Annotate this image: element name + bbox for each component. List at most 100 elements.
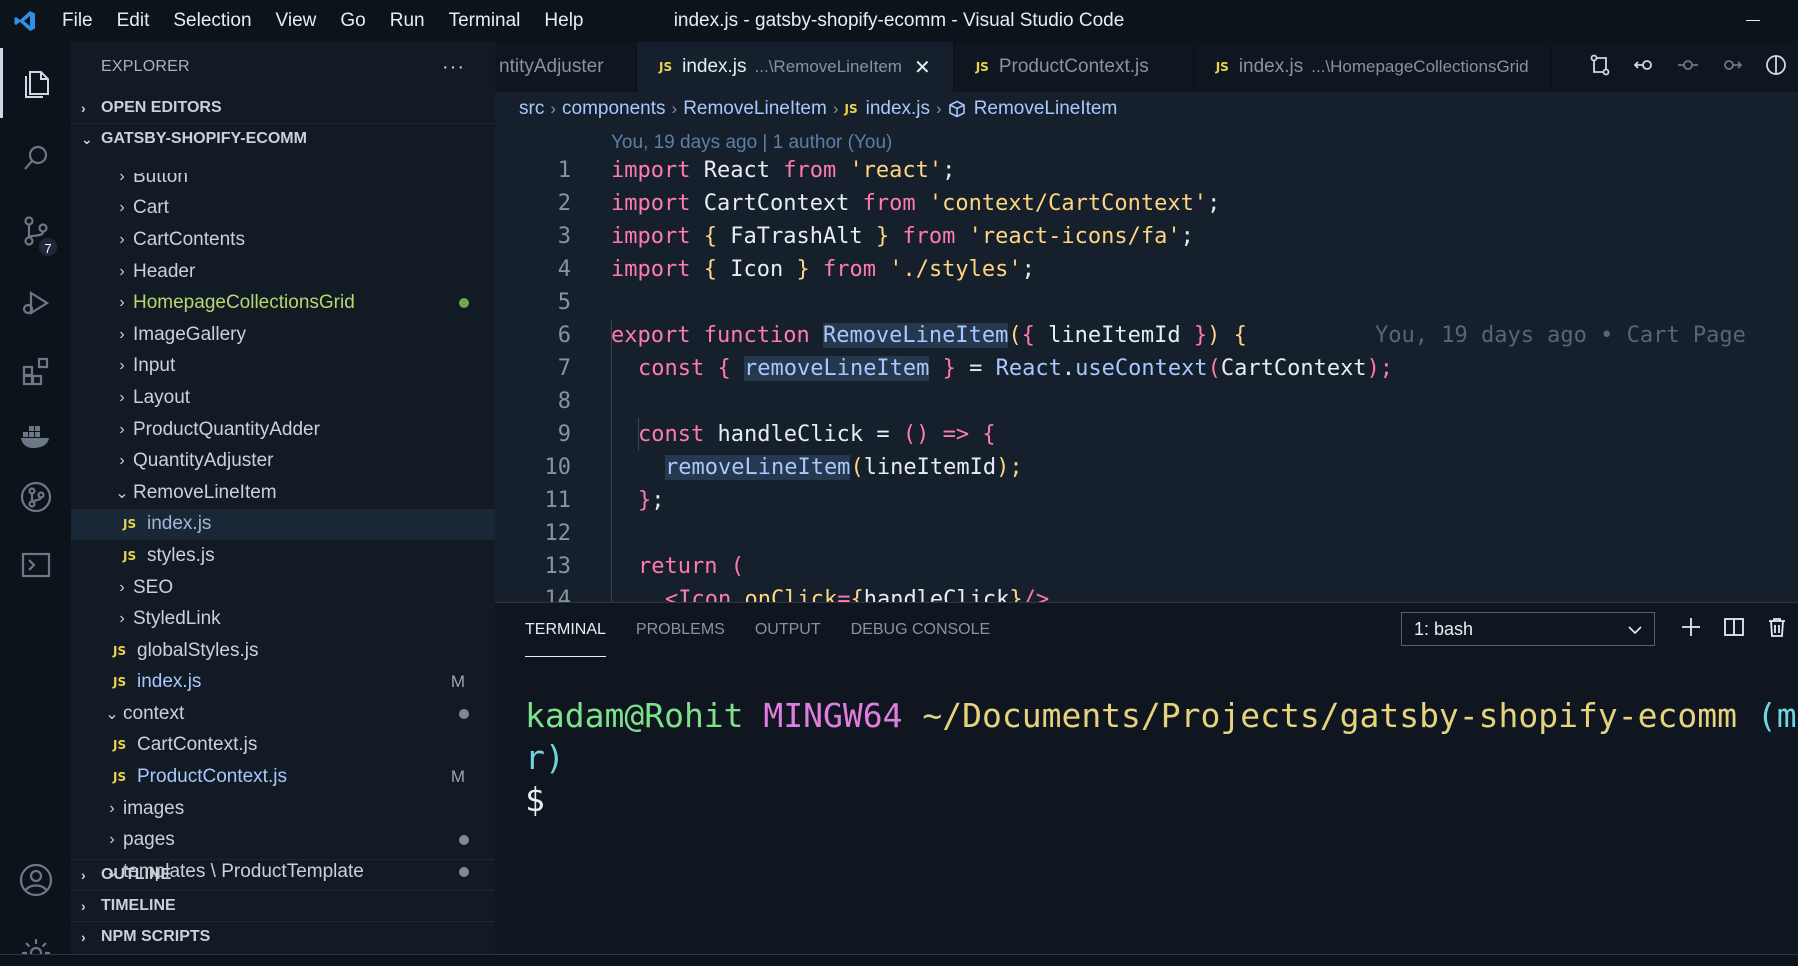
codelens-blame[interactable]: You, 19 days ago | 1 author (You) — [611, 132, 892, 154]
tab-problems[interactable]: PROBLEMS — [636, 603, 725, 657]
tree-item-label: Button — [133, 173, 188, 187]
section-open-editors[interactable]: › OPEN EDITORS — [71, 92, 495, 123]
tab-product-context[interactable]: JS ProductContext.js — [954, 42, 1194, 92]
terminal-output[interactable]: kadam@Rohit MINGW64 ~/Documents/Projects… — [525, 695, 1798, 821]
menu-edit[interactable]: Edit — [105, 0, 162, 42]
breadcrumb-item[interactable]: RemoveLineItem — [974, 98, 1118, 120]
close-tab-icon[interactable]: ✕ — [914, 55, 931, 80]
terminal-select[interactable]: 1: bash — [1401, 612, 1655, 646]
folder-button[interactable]: › Button — [71, 173, 495, 193]
source-control-icon[interactable]: 7 — [0, 196, 71, 266]
menu-run[interactable]: Run — [378, 0, 437, 42]
menu-selection[interactable]: Selection — [161, 0, 263, 42]
chevron-down-icon: ⌄ — [105, 705, 119, 723]
breadcrumb-item[interactable]: components — [562, 98, 666, 120]
tree-item-label: images — [123, 797, 185, 819]
folder-cartcontents[interactable]: › CartContents — [71, 224, 495, 256]
section-npm-scripts[interactable]: › NPM SCRIPTS — [71, 921, 495, 952]
split-terminal-icon[interactable] — [1723, 616, 1745, 643]
tab-index-js-homepagecollectionsgrid[interactable]: JS index.js ...\HomepageCollectionsGrid — [1194, 42, 1552, 92]
file-productcontext-js[interactable]: JS ProductContext.js M — [71, 761, 495, 793]
menu-go[interactable]: Go — [328, 0, 377, 42]
explorer-icon[interactable] — [0, 48, 71, 118]
js-file-icon: JS — [659, 60, 673, 74]
tree-item-label: index.js — [147, 513, 212, 535]
section-project[interactable]: ⌄ GATSBY-SHOPIFY-ECOMM — [71, 123, 495, 154]
chevron-right-icon: › — [81, 929, 86, 945]
file-styles-js[interactable]: JS styles.js — [71, 540, 495, 572]
breadcrumb-item[interactable]: RemoveLineItem — [683, 98, 827, 120]
chevron-right-icon: › — [81, 99, 86, 116]
code-line: 10 removeLineItem(lineItemId); — [544, 455, 1023, 480]
tab-terminal[interactable]: TERMINAL — [525, 603, 606, 657]
split-editor-icon[interactable] — [1764, 53, 1788, 82]
more-actions-icon[interactable]: ··· — [442, 56, 465, 79]
folder-images[interactable]: › images — [71, 793, 495, 825]
folder-layout[interactable]: › Layout — [71, 382, 495, 414]
folder-input[interactable]: › Input — [71, 351, 495, 383]
section-timeline[interactable]: › TIMELINE — [71, 890, 495, 921]
folder-seo[interactable]: › SEO — [71, 572, 495, 604]
folder-homepagecollectionsgrid[interactable]: › HomepageCollectionsGrid — [71, 287, 495, 319]
chevron-right-icon: › — [109, 831, 115, 849]
tree-item-label: StyledLink — [133, 608, 221, 630]
menu-terminal[interactable]: Terminal — [437, 0, 533, 42]
folder-cart[interactable]: › Cart — [71, 193, 495, 225]
file-index-js[interactable]: JS index.js — [71, 508, 495, 541]
menu-help[interactable]: Help — [532, 0, 595, 42]
tab-index-js-removelineitem[interactable]: JS index.js ...\RemoveLineItem ✕ — [637, 42, 954, 92]
editor-actions — [1578, 42, 1798, 92]
folder-styledlink[interactable]: › StyledLink — [71, 603, 495, 635]
previous-change-icon[interactable] — [1632, 53, 1656, 82]
kill-terminal-icon[interactable] — [1766, 616, 1788, 643]
breadcrumb-item[interactable]: index.js — [866, 98, 930, 120]
code-editor[interactable]: You, 19 days ago | 1 author (You) 1 impor… — [495, 126, 1798, 602]
menu-file[interactable]: File — [50, 0, 105, 42]
tab-quantity-adjuster[interactable]: ntityAdjuster — [495, 42, 637, 92]
git-status-dot — [459, 298, 469, 309]
folder-imagegallery[interactable]: › ImageGallery — [71, 319, 495, 351]
tree-item-label: SEO — [133, 576, 174, 598]
title-bar: File Edit Selection View Go Run Terminal… — [0, 0, 1798, 42]
js-file-icon: JS — [1215, 60, 1229, 74]
tab-output[interactable]: OUTPUT — [755, 603, 821, 657]
tree-item-label: ProductQuantityAdder — [133, 418, 320, 440]
prompt-symbol: $ — [525, 780, 545, 819]
chevron-right-icon: › — [550, 99, 556, 118]
code-line: 11}; — [544, 488, 665, 513]
inline-blame: You, 19 days ago • Cart Page — [1375, 323, 1746, 348]
git-status-dot — [459, 835, 469, 846]
new-terminal-icon[interactable] — [1680, 616, 1702, 643]
folder-removelineitem[interactable]: ⌄ RemoveLineItem — [71, 477, 495, 509]
file-index-js[interactable]: JS index.js M — [71, 667, 495, 699]
chevron-right-icon: › — [119, 578, 125, 596]
file-globalstyles-js[interactable]: JS globalStyles.js — [71, 635, 495, 667]
tree-item-label: Input — [133, 355, 176, 377]
folder-quantityadjuster[interactable]: › QuantityAdjuster — [71, 445, 495, 477]
open-changes-icon[interactable] — [1588, 53, 1612, 82]
git-graph-icon[interactable] — [0, 462, 71, 532]
search-icon[interactable] — [0, 123, 71, 193]
section-outline[interactable]: › OUTLINE — [71, 859, 495, 890]
activity-bar: 7 1 — [0, 42, 71, 966]
menu-view[interactable]: View — [264, 0, 329, 42]
section-label: OPEN EDITORS — [101, 98, 222, 116]
folder-productquantityadder[interactable]: › ProductQuantityAdder — [71, 414, 495, 446]
file-cartcontext-js[interactable]: JS CartContext.js — [71, 730, 495, 762]
tree-item-label: ImageGallery — [133, 323, 246, 345]
tab-debug-console[interactable]: DEBUG CONSOLE — [851, 603, 991, 657]
folder-context[interactable]: ⌄ context — [71, 698, 495, 730]
commit-icon[interactable] — [1676, 53, 1700, 82]
next-change-icon[interactable] — [1720, 53, 1744, 82]
section-label: TIMELINE — [101, 897, 176, 914]
breadcrumb-item[interactable]: src — [519, 98, 544, 120]
extensions-icon[interactable] — [0, 336, 71, 406]
terminal-icon[interactable] — [0, 530, 71, 600]
run-debug-icon[interactable] — [0, 268, 71, 338]
account-icon[interactable] — [0, 845, 71, 915]
minimize-button[interactable] — [1738, 10, 1768, 32]
menu-bar: File Edit Selection View Go Run Terminal… — [50, 0, 596, 42]
folder-pages[interactable]: › pages — [71, 824, 495, 856]
docker-icon[interactable] — [0, 400, 71, 470]
folder-header[interactable]: › Header — [71, 256, 495, 288]
